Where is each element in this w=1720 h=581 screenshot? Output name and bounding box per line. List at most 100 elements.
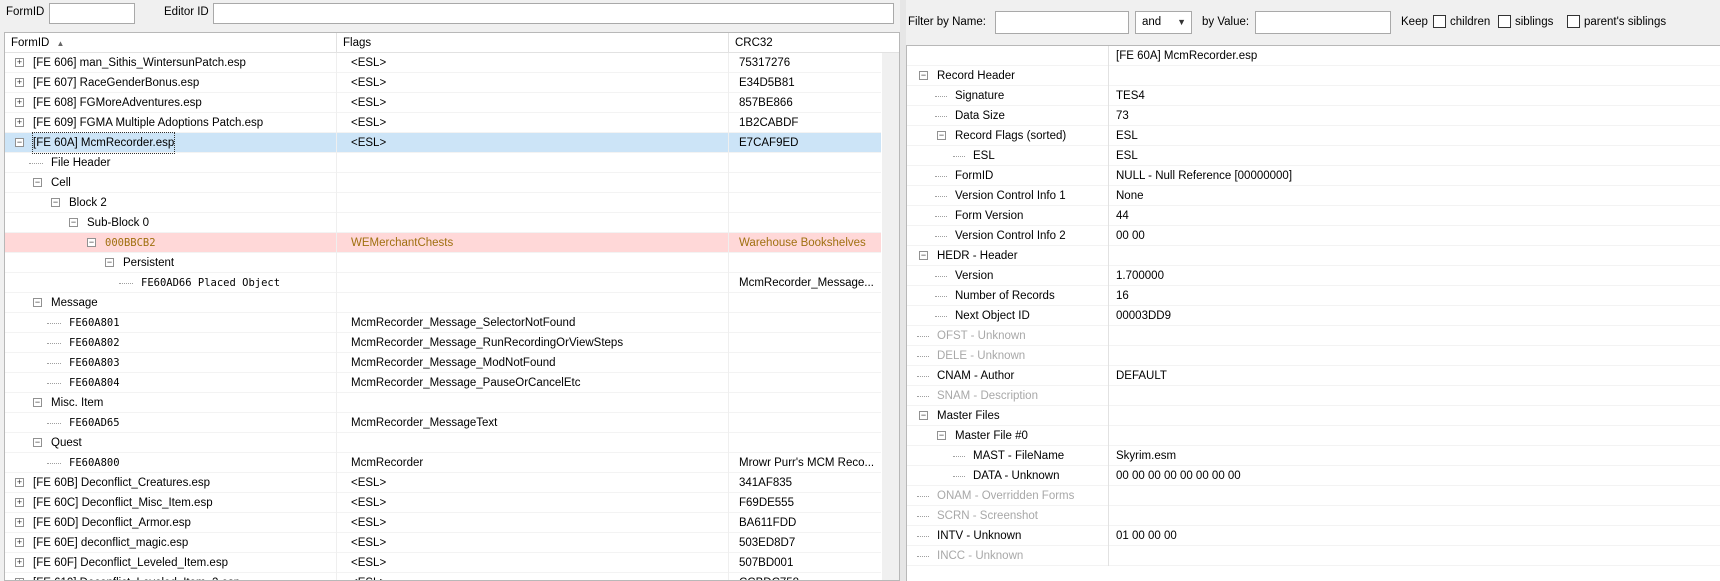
tree-row[interactable]: + [FE 60B] Deconflict_Creatures.esp <ESL> 3… (5, 473, 881, 493)
record-field-value[interactable]: 00003DD9 (1116, 306, 1171, 326)
record-field-value[interactable]: 00 00 00 00 00 00 00 00 (1116, 466, 1241, 486)
expand-icon[interactable]: + (15, 118, 24, 127)
tree-row[interactable]: + [FE 606] man_Sithis_WintersunPatch.esp <… (5, 53, 881, 73)
record-field-value[interactable]: DEFAULT (1116, 366, 1167, 386)
tree-row[interactable]: − Cell (5, 173, 881, 193)
record-field-value[interactable]: ESL (1116, 146, 1138, 166)
tree-row[interactable]: + [FE 60C] Deconflict_Misc_Item.esp <ESL> F… (5, 493, 881, 513)
tree-row[interactable]: −000BBCB2 WEMerchantChests Warehouse Books… (5, 233, 881, 253)
tree-row[interactable]: FE60A802 McmRecorder_Message_RunRecording… (5, 333, 881, 353)
collapse-icon[interactable]: − (33, 298, 42, 307)
expand-icon[interactable]: + (15, 98, 24, 107)
tree-row[interactable]: − Block 2 (5, 193, 881, 213)
tree-row[interactable]: − [FE 60A] McmRecorder.esp <ESL> E7CAF9ED (5, 132, 881, 154)
tree-row[interactable]: + [FE 609] FGMA Multiple Adoptions Patch.… (5, 113, 881, 133)
tree-row[interactable]: +[FE 610] Deconflict_Leveled_Item_2.esp<… (5, 573, 881, 580)
collapse-icon[interactable]: − (69, 218, 78, 227)
filter-operator-select[interactable]: and ▼ (1135, 11, 1192, 34)
collapse-icon[interactable]: − (33, 398, 42, 407)
record-field-row[interactable]: ESL ESL (907, 146, 1720, 166)
expand-icon[interactable]: + (15, 58, 24, 67)
tree-row[interactable]: + [FE 60D] Deconflict_Armor.esp <ESL> BA611… (5, 513, 881, 533)
record-field-row[interactable]: ONAM - Overridden Forms (907, 486, 1720, 506)
record-view-tree[interactable]: [FE 60A] McmRecorder.esp − Record Header S… (906, 45, 1720, 581)
record-field-row[interactable]: Signature TES4 (907, 86, 1720, 106)
tree-row[interactable]: FE60A803 McmRecorder_Message_ModNotFound (5, 353, 881, 373)
record-field-row[interactable]: − Master Files (907, 406, 1720, 426)
record-field-row[interactable]: FormID NULL - Null Reference [00000000] (907, 166, 1720, 186)
collapse-icon[interactable]: − (33, 178, 42, 187)
record-field-row[interactable]: SNAM - Description (907, 386, 1720, 406)
tree-row[interactable]: − Sub-Block 0 (5, 213, 881, 233)
filter-value-input[interactable] (1255, 11, 1391, 34)
record-field-value[interactable]: 16 (1116, 286, 1129, 306)
editorid-search-input[interactable] (213, 3, 894, 24)
expand-icon[interactable]: + (15, 518, 24, 527)
collapse-icon[interactable]: − (51, 198, 60, 207)
column-header-formid[interactable]: FormID ▲ (5, 33, 337, 53)
record-field-value[interactable]: 01 00 00 00 (1116, 526, 1177, 546)
record-field-value[interactable]: 73 (1116, 106, 1129, 126)
record-field-row[interactable]: DATA - Unknown 00 00 00 00 00 00 00 00 (907, 466, 1720, 486)
collapse-icon[interactable]: − (937, 131, 946, 140)
collapse-icon[interactable]: − (919, 71, 928, 80)
record-field-value[interactable]: 44 (1116, 206, 1129, 226)
tree-row[interactable]: + [FE 60F] Deconflict_Leveled_Item.esp <ES… (5, 553, 881, 573)
record-field-row[interactable]: Data Size 73 (907, 106, 1720, 126)
record-field-value[interactable]: 00 00 (1116, 226, 1145, 246)
collapse-icon[interactable]: − (105, 258, 114, 267)
record-field-row[interactable]: SCRN - Screenshot (907, 506, 1720, 526)
keep-children-checkbox[interactable] (1433, 15, 1446, 28)
record-field-value[interactable]: 1.700000 (1116, 266, 1164, 286)
column-header-crc32[interactable]: CRC32 (729, 33, 899, 53)
collapse-icon[interactable]: − (937, 431, 946, 440)
tree-row[interactable]: + [FE 607] RaceGenderBonus.esp <ESL> E34D5B… (5, 73, 881, 93)
tree-row[interactable]: FE60A804 McmRecorder_Message_PauseOrCance… (5, 373, 881, 393)
record-field-row[interactable]: Number of Records 16 (907, 286, 1720, 306)
tree-row[interactable]: − Persistent (5, 253, 881, 273)
collapse-icon[interactable]: − (33, 438, 42, 447)
formid-search-input[interactable] (49, 3, 135, 24)
tree-row[interactable]: − Message (5, 293, 881, 313)
expand-icon[interactable]: + (15, 538, 24, 547)
record-field-row[interactable]: OFST - Unknown (907, 326, 1720, 346)
record-field-row[interactable]: − HEDR - Header (907, 246, 1720, 266)
collapse-icon[interactable]: − (919, 411, 928, 420)
record-field-value[interactable]: None (1116, 186, 1144, 206)
record-field-row[interactable]: INCC - Unknown (907, 546, 1720, 566)
record-field-value[interactable]: ESL (1116, 126, 1138, 146)
expand-icon[interactable]: + (15, 478, 24, 487)
tree-row[interactable]: − Misc. Item (5, 393, 881, 413)
tree-row[interactable]: FE60A800 McmRecorder Mrowr Purr's MCM Reco… (5, 453, 881, 473)
record-field-row[interactable]: Version Control Info 1 None (907, 186, 1720, 206)
record-field-value[interactable]: NULL - Null Reference [00000000] (1116, 166, 1292, 186)
tree-row[interactable]: File Header (5, 153, 881, 173)
tree-row[interactable]: + [FE 608] FGMoreAdventures.esp <ESL> 857BE… (5, 93, 881, 113)
record-field-value[interactable]: Skyrim.esm (1116, 446, 1176, 466)
record-field-row[interactable]: Next Object ID 00003DD9 (907, 306, 1720, 326)
collapse-icon[interactable]: − (87, 238, 96, 247)
collapse-icon[interactable]: − (919, 251, 928, 260)
record-field-row[interactable]: Version Control Info 2 00 00 (907, 226, 1720, 246)
keep-parents-siblings-checkbox[interactable] (1567, 15, 1580, 28)
record-field-value[interactable]: TES4 (1116, 86, 1145, 106)
column-header-flags[interactable]: Flags (337, 33, 729, 53)
record-field-row[interactable]: − Record Flags (sorted) ESL (907, 126, 1720, 146)
expand-icon[interactable]: + (15, 498, 24, 507)
record-field-row[interactable]: DELE - Unknown (907, 346, 1720, 366)
tree-row[interactable]: FE60AD65 McmRecorder_MessageText (5, 413, 881, 433)
record-field-row[interactable]: − Record Header (907, 66, 1720, 86)
tree-row[interactable]: FE60A801 McmRecorder_Message_SelectorNotF… (5, 313, 881, 333)
record-field-row[interactable]: − Master File #0 (907, 426, 1720, 446)
collapse-icon[interactable]: − (15, 138, 24, 147)
expand-icon[interactable]: + (15, 558, 24, 567)
filter-name-input[interactable] (995, 11, 1129, 34)
record-field-row[interactable]: Version 1.700000 (907, 266, 1720, 286)
navigation-tree[interactable]: FormID ▲ Flags CRC32 + [FE 606] man_Sithi… (4, 32, 900, 581)
record-field-row[interactable]: INTV - Unknown 01 00 00 00 (907, 526, 1720, 546)
expand-icon[interactable]: + (15, 78, 24, 87)
tree-row[interactable]: − Quest (5, 433, 881, 453)
record-field-row[interactable]: MAST - FileName Skyrim.esm (907, 446, 1720, 466)
keep-siblings-checkbox[interactable] (1498, 15, 1511, 28)
tree-row[interactable]: + [FE 60E] deconflict_magic.esp <ESL> 503ED… (5, 533, 881, 553)
